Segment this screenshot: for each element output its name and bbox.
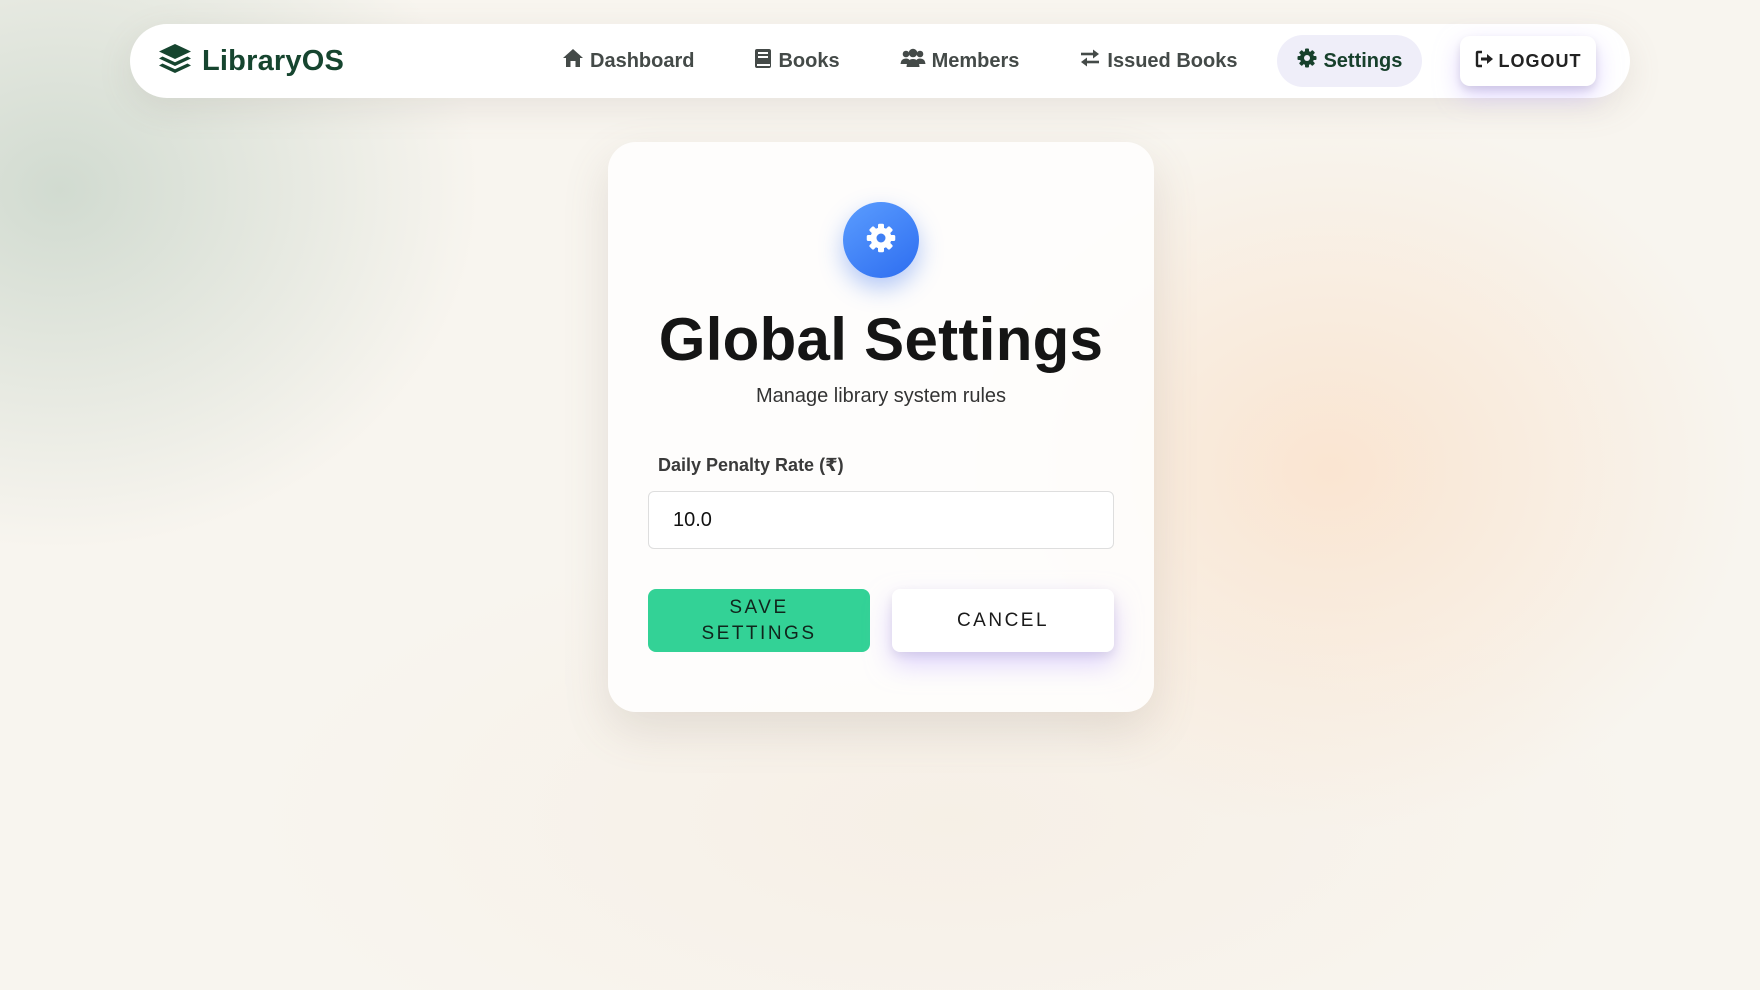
top-navbar: LibraryOS Dashboard Books Members Issued… <box>130 24 1630 98</box>
nav-item-settings[interactable]: Settings <box>1277 35 1423 87</box>
nav-item-issued-books[interactable]: Issued Books <box>1059 35 1257 87</box>
save-settings-button[interactable]: SAVE SETTINGS <box>648 589 870 652</box>
nav-item-label: Books <box>778 49 840 72</box>
nav-item-books[interactable]: Books <box>734 35 859 87</box>
penalty-rate-label: Daily Penalty Rate (₹) <box>658 455 844 475</box>
logout-button[interactable]: LOGOUT <box>1460 36 1596 86</box>
penalty-rate-input[interactable] <box>648 491 1114 549</box>
page-title: Global Settings <box>658 306 1104 373</box>
gear-icon <box>866 223 896 258</box>
gear-icon <box>1297 48 1317 74</box>
book-icon <box>754 48 772 75</box>
home-icon <box>562 48 584 74</box>
cancel-button[interactable]: CANCEL <box>892 589 1114 652</box>
sign-out-icon <box>1475 50 1495 73</box>
nav-links: Dashboard Books Members Issued Books Set… <box>542 24 1442 98</box>
nav-item-label: Settings <box>1323 49 1403 72</box>
nav-item-label: Issued Books <box>1107 49 1238 72</box>
nav-item-label: Dashboard <box>590 49 695 72</box>
page-subtitle: Manage library system rules <box>755 385 1007 407</box>
layers-icon <box>158 43 192 80</box>
nav-item-label: Members <box>931 49 1020 72</box>
settings-gear-badge <box>843 202 919 278</box>
settings-card: Global Settings Manage library system ru… <box>608 142 1154 712</box>
logout-label: LOGOUT <box>1498 50 1582 71</box>
brand-name: LibraryOS <box>202 44 345 77</box>
nav-item-members[interactable]: Members <box>880 35 1040 87</box>
nav-item-dashboard[interactable]: Dashboard <box>542 35 714 87</box>
exchange-icon <box>1079 48 1101 74</box>
brand-logo[interactable]: LibraryOS <box>158 24 344 98</box>
users-icon <box>900 48 926 74</box>
